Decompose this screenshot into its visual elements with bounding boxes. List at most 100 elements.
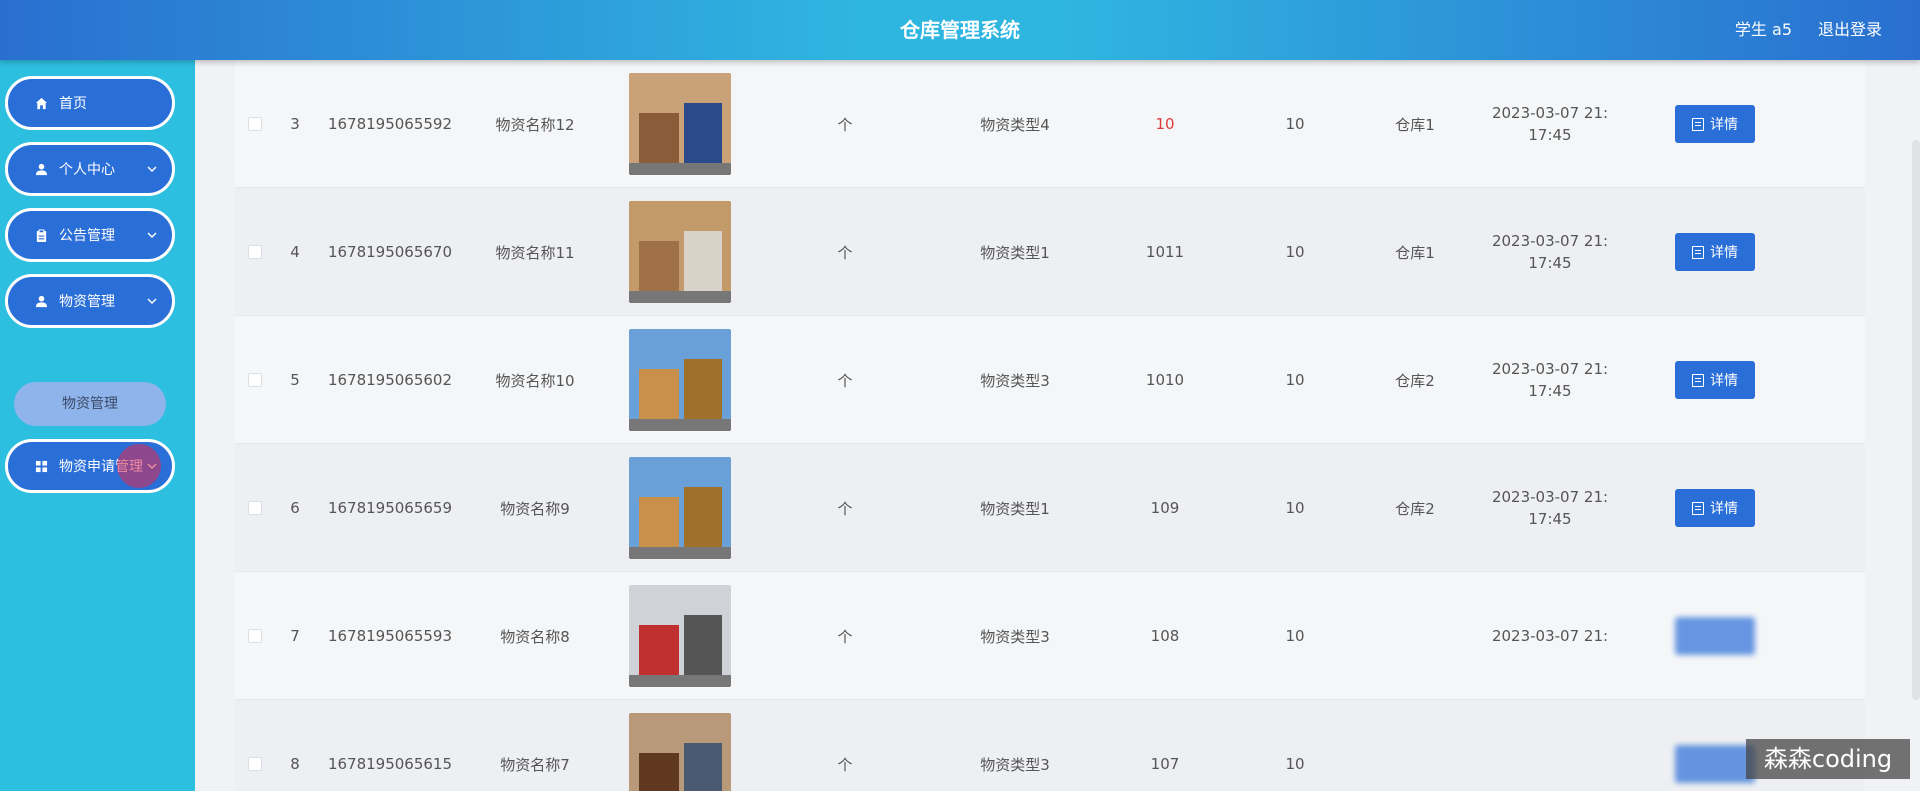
row-checkbox[interactable] — [248, 629, 262, 643]
detail-button[interactable] — [1675, 745, 1755, 783]
row-checkbox[interactable] — [248, 373, 262, 387]
watermark: 森森coding — [1746, 739, 1910, 779]
material-code: 1678195065615 — [327, 755, 453, 773]
table-row: 5 1678195065602 物资名称10 个物资类型3 1010 10 仓库2 2023-… — [235, 316, 1865, 444]
document-icon — [1692, 245, 1704, 259]
type-cell: 物资类型4 — [935, 60, 1095, 188]
index-cell: 4 — [275, 188, 315, 316]
qty-cell: 1011 — [1115, 188, 1215, 316]
unit-cell: 个 — [805, 188, 885, 316]
table-row: 8 1678195065615 物资名称7 个 物资类型3 107 10 — [235, 700, 1865, 791]
index-cell: 7 — [275, 572, 315, 700]
main-content: 3 1678195065592 物资名称12 个物资类型4 10 10 仓库1 2023-03… — [195, 60, 1920, 791]
current-user: 学生 a5 — [1734, 20, 1792, 39]
material-image — [629, 713, 731, 791]
material-image — [629, 73, 731, 175]
name-cell: 物资名称11 — [470, 188, 600, 316]
type-cell: 物资类型3 — [935, 700, 1095, 791]
warehouse-cell — [1365, 572, 1465, 700]
material-code: 1678195065659 — [327, 499, 453, 517]
qty-cell: 107 — [1115, 700, 1215, 791]
material-type: 物资类型4 — [980, 115, 1050, 134]
material-type: 物资类型1 — [980, 499, 1050, 518]
detail-button[interactable]: 详情 — [1675, 361, 1755, 399]
checkbox-cell[interactable] — [235, 444, 275, 572]
user-icon — [33, 293, 49, 309]
created-time: 2023-03-07 21: — [1491, 488, 1609, 506]
row-checkbox[interactable] — [248, 757, 262, 771]
code-cell: 1678195065670 — [315, 188, 465, 316]
material-name: 物资名称12 — [495, 115, 575, 134]
app-title: 仓库管理系统 — [900, 18, 1020, 42]
warning-threshold: 10 — [1285, 115, 1305, 133]
sidebar-item-label: 个人中心 — [59, 162, 115, 178]
detail-button-label: 详情 — [1710, 501, 1738, 517]
chevron-down-icon — [147, 166, 157, 173]
code-cell: 1678195065602 — [315, 316, 465, 444]
checkbox-cell[interactable] — [235, 188, 275, 316]
sidebar-item-home[interactable]: 首页 — [5, 76, 175, 130]
submenu-item-materials[interactable]: 物资管理 — [14, 382, 166, 426]
detail-button-label: 详情 — [1710, 245, 1738, 261]
created-time-2: 17:45 — [1528, 254, 1572, 272]
unit-cell: 个 — [805, 572, 885, 700]
sidebar-item-announcements[interactable]: 公告管理 — [5, 208, 175, 262]
time-cell — [1475, 700, 1625, 791]
chevron-down-icon — [147, 298, 157, 305]
row-checkbox[interactable] — [248, 117, 262, 131]
image-cell — [620, 444, 740, 572]
warehouse: 仓库2 — [1395, 371, 1435, 390]
checkbox-cell[interactable] — [235, 316, 275, 444]
logout-link[interactable]: 退出登录 — [1818, 0, 1882, 60]
time-cell: 2023-03-07 21: 17:45 — [1475, 316, 1625, 444]
checkbox-cell[interactable] — [235, 60, 275, 188]
row-index: 4 — [290, 243, 300, 261]
sidebar-item-personal-center[interactable]: 个人中心 — [5, 142, 175, 196]
unit-cell: 个 — [805, 316, 885, 444]
code-cell: 1678195065593 — [315, 572, 465, 700]
warn-cell: 10 — [1245, 188, 1345, 316]
row-checkbox[interactable] — [248, 245, 262, 259]
created-time: 2023-03-07 21: — [1491, 627, 1609, 645]
unit: 个 — [837, 371, 853, 390]
material-name: 物资名称10 — [495, 371, 575, 390]
qty-cell: 109 — [1115, 444, 1215, 572]
checkbox-cell[interactable] — [235, 572, 275, 700]
image-cell — [620, 700, 740, 791]
type-cell: 物资类型3 — [935, 572, 1095, 700]
material-name: 物资名称11 — [495, 243, 575, 262]
checkbox-cell[interactable] — [235, 700, 275, 791]
scrollbar[interactable] — [1912, 140, 1920, 700]
material-image — [629, 457, 731, 559]
detail-button[interactable]: 详情 — [1675, 105, 1755, 143]
detail-button[interactable] — [1675, 617, 1755, 655]
material-code: 1678195065592 — [327, 115, 453, 133]
name-cell: 物资名称12 — [470, 60, 600, 188]
code-cell: 1678195065615 — [315, 700, 465, 791]
detail-button-label: 详情 — [1710, 117, 1738, 133]
sidebar-item-materials[interactable]: 物资管理 — [5, 274, 175, 328]
created-time: 2023-03-07 21: — [1491, 360, 1609, 378]
row-index: 6 — [290, 499, 300, 517]
quantity: 109 — [1150, 499, 1180, 517]
quantity: 1011 — [1145, 243, 1185, 261]
action-cell: 详情 — [1655, 444, 1775, 572]
created-time: 2023-03-07 21: — [1491, 104, 1609, 122]
detail-button[interactable]: 详情 — [1675, 489, 1755, 527]
qty-cell: 10 — [1115, 60, 1215, 188]
unit-cell: 个 — [805, 700, 885, 791]
warehouse-cell: 仓库2 — [1365, 316, 1465, 444]
document-icon — [1692, 501, 1704, 515]
row-checkbox[interactable] — [248, 501, 262, 515]
table-row: 6 1678195065659 物资名称9 个 物资类型1 109 10 仓库2 2023-03… — [235, 444, 1865, 572]
unit: 个 — [837, 627, 853, 646]
code-cell: 1678195065592 — [315, 60, 465, 188]
row-index: 5 — [290, 371, 300, 389]
material-type: 物资类型3 — [980, 627, 1050, 646]
warehouse: 仓库2 — [1395, 499, 1435, 518]
warehouse-cell: 仓库1 — [1365, 188, 1465, 316]
type-cell: 物资类型3 — [935, 316, 1095, 444]
name-cell: 物资名称9 — [470, 444, 600, 572]
detail-button[interactable]: 详情 — [1675, 233, 1755, 271]
grid-icon — [33, 458, 49, 474]
